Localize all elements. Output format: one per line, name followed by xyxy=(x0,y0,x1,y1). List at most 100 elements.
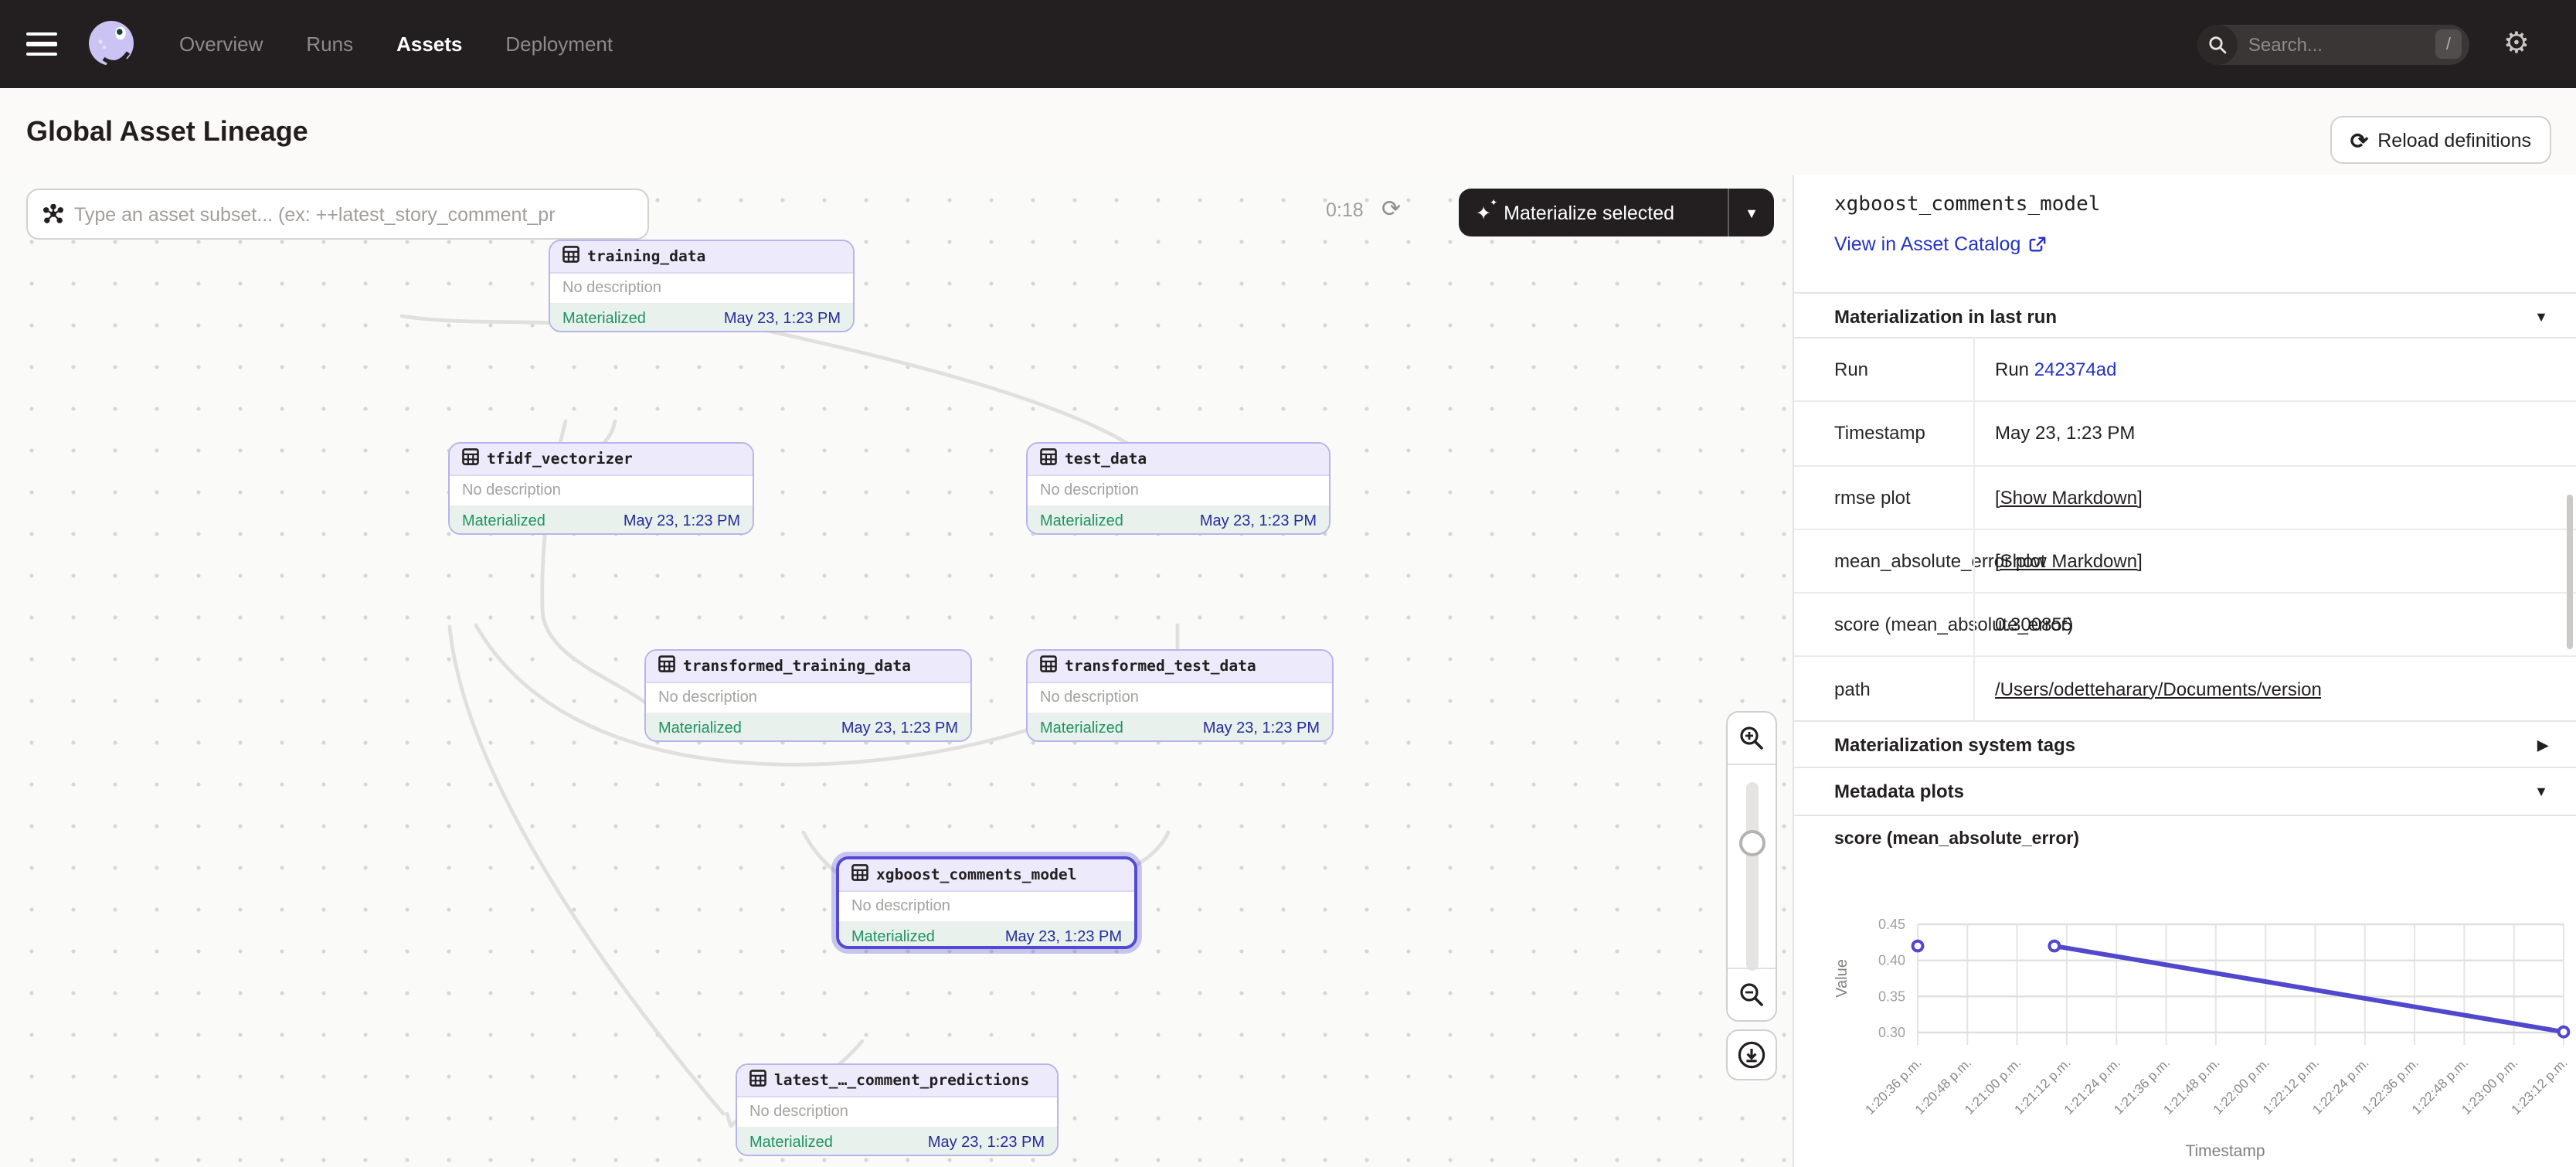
materialized-status: Materialized xyxy=(1040,513,1123,530)
table-icon xyxy=(749,1067,766,1094)
reload-definitions-label: Reload definitions xyxy=(2377,129,2531,151)
primary-nav: Overview Runs Assets Deployment xyxy=(179,32,613,56)
table-icon xyxy=(462,445,479,473)
row-label: path xyxy=(1834,678,1871,699)
zoom-slider-handle[interactable] xyxy=(1738,830,1765,856)
row-label: rmse plot xyxy=(1834,486,1911,508)
materialized-status: Materialized xyxy=(1040,720,1123,737)
chevron-right-icon: ▶ xyxy=(2537,737,2548,754)
section-materialization-system-tags[interactable]: Materialization system tags ▶ xyxy=(1794,720,2576,768)
asset-title: xgboost_comments_model xyxy=(1834,193,2100,216)
asset-filter-input[interactable]: Type an asset subset... (ex: ++latest_st… xyxy=(26,189,649,240)
metadata-table: Run Run 242374ad Timestamp May 23, 1:23 … xyxy=(1794,337,2576,720)
settings-gear-icon[interactable]: ⚙ xyxy=(2503,29,2530,59)
materialize-selected-button[interactable]: ✦ Materialize selected ▼ xyxy=(1459,189,1774,236)
view-in-asset-catalog-link[interactable]: View in Asset Catalog xyxy=(1834,233,2045,255)
svg-text:0.45: 0.45 xyxy=(1878,917,1905,932)
nav-item-overview[interactable]: Overview xyxy=(179,32,263,56)
show-markdown-link[interactable]: [Show Markdown] xyxy=(1995,486,2143,508)
asset-description: No description xyxy=(1028,683,1332,714)
download-graph-button[interactable] xyxy=(1726,1029,1777,1080)
materialized-timestamp: May 23, 1:23 PM xyxy=(724,311,841,328)
asset-node-transformed_test_data[interactable]: transformed_test_data No description Mater… xyxy=(1026,649,1334,742)
table-icon xyxy=(1040,652,1057,680)
asset-node-transformed_training_data[interactable]: transformed_training_data No description M… xyxy=(644,649,972,742)
section-label: Materialization in last run xyxy=(1834,305,2534,327)
reload-icon: ⟳ xyxy=(2350,129,2368,151)
nav-item-runs[interactable]: Runs xyxy=(306,32,353,56)
asset-description: No description xyxy=(1028,476,1329,507)
svg-text:0.35: 0.35 xyxy=(1878,988,1905,1004)
search-placeholder: Search... xyxy=(2248,33,2435,55)
dagster-logo-icon[interactable] xyxy=(83,16,139,72)
asset-name: tfidf_vectorizer xyxy=(487,451,633,468)
asset-node-latest_…_comment_predictions[interactable]: latest_…_comment_predictionsNo descripti… xyxy=(736,1063,1059,1156)
asset-name: xgboost_comments_model xyxy=(876,866,1077,883)
app-root: Overview Runs Assets Deployment Search..… xyxy=(0,0,2576,1167)
refresh-icon[interactable]: ⟳ xyxy=(1381,195,1401,223)
zoom-in-button[interactable] xyxy=(1728,713,1776,765)
sparkle-icon: ✦ xyxy=(1476,202,1491,223)
materialized-status: Materialized xyxy=(851,929,935,946)
zoom-slider-track[interactable] xyxy=(1745,782,1758,971)
nav-item-deployment[interactable]: Deployment xyxy=(505,32,613,56)
external-link-icon xyxy=(2028,236,2045,253)
show-markdown-link[interactable]: [Show Markdown] xyxy=(1995,550,2143,572)
asset-description: No description xyxy=(646,683,970,714)
table-row-mae-plot: mean_absolute_error plot [Show Markdown] xyxy=(1794,529,2576,593)
table-icon xyxy=(1040,445,1057,473)
section-label: Metadata plots xyxy=(1834,781,2534,802)
materialized-timestamp: May 23, 1:23 PM xyxy=(928,1135,1045,1152)
chevron-down-icon: ▼ xyxy=(2534,308,2548,324)
table-row-path: path /Users/odetteharary/Documents/versi… xyxy=(1794,656,2576,720)
top-navbar: Overview Runs Assets Deployment Search..… xyxy=(0,0,2576,88)
svg-text:Value: Value xyxy=(1833,959,1850,998)
asset-name: transformed_test_data xyxy=(1065,658,1256,675)
asset-node-test_data[interactable]: test_dataNo descriptionMaterializedMay 2… xyxy=(1026,442,1330,535)
table-row-rmse-plot: rmse plot [Show Markdown] xyxy=(1794,464,2576,529)
asset-details-panel: xgboost_comments_model View in Asset Cat… xyxy=(1793,175,2576,1167)
run-prefix: Run xyxy=(1995,359,2029,380)
hamburger-menu-icon[interactable] xyxy=(26,32,57,56)
chevron-down-icon: ▼ xyxy=(2534,784,2548,799)
timestamp-value: May 23, 1:23 PM xyxy=(1995,423,2135,444)
page-header: Global Asset Lineage ⟳ Reload definition… xyxy=(0,88,2576,176)
score-value: 0.300855 xyxy=(1995,614,2072,636)
materialized-timestamp: May 23, 1:23 PM xyxy=(841,720,958,737)
metadata-plot-title: score (mean_absolute_error) xyxy=(1834,830,2079,849)
materialized-timestamp: May 23, 1:23 PM xyxy=(624,513,740,530)
nav-item-assets[interactable]: Assets xyxy=(396,32,462,56)
global-search-input[interactable]: Search... / xyxy=(2197,24,2469,64)
row-label: Run xyxy=(1834,359,1868,380)
asset-node-training_data[interactable]: training_dataNo descriptionMaterializedM… xyxy=(549,240,855,332)
section-metadata-plots[interactable]: Metadata plots ▼ xyxy=(1794,767,2576,816)
svg-text:Timestamp: Timestamp xyxy=(2185,1142,2265,1160)
table-row-timestamp: Timestamp May 23, 1:23 PM xyxy=(1794,401,2576,465)
asset-selection-icon xyxy=(43,204,63,224)
zoom-out-button[interactable] xyxy=(1728,968,1776,1020)
table-icon xyxy=(562,243,579,270)
asset-node-xgboost_comments_model[interactable]: xgboost_comments_modelNo descriptionMate… xyxy=(836,856,1137,949)
materialized-status: Materialized xyxy=(562,311,646,328)
asset-description: No description xyxy=(450,476,753,507)
section-label: Materialization system tags xyxy=(1834,734,2537,756)
asset-node-tfidf_vectorizer[interactable]: tfidf_vectorizer No description Materializ… xyxy=(448,442,754,535)
section-materialization-last-run[interactable]: Materialization in last run ▼ xyxy=(1794,292,2576,339)
materialized-status: Materialized xyxy=(462,513,545,530)
asset-name: training_data xyxy=(587,248,705,265)
panel-scrollbar[interactable] xyxy=(2567,495,2573,649)
lineage-graph-canvas[interactable]: training_data No description Materialized M… xyxy=(0,175,1793,1167)
svg-text:0.30: 0.30 xyxy=(1878,1025,1905,1040)
asset-name: transformed_training_data xyxy=(683,658,911,675)
asset-filter-placeholder: Type an asset subset... (ex: ++latest_st… xyxy=(74,203,556,225)
table-column-divider xyxy=(1973,337,1975,720)
materialized-status: Materialized xyxy=(749,1135,833,1152)
reload-definitions-button[interactable]: ⟳ Reload definitions xyxy=(2330,116,2551,164)
materialized-timestamp: May 23, 1:23 PM xyxy=(1200,513,1317,530)
materialize-dropdown-caret[interactable]: ▼ xyxy=(1728,189,1774,236)
path-link[interactable]: /Users/odetteharary/Documents/version xyxy=(1995,678,2322,699)
refresh-countdown: 0:18 xyxy=(1326,199,1364,221)
page-title: Global Asset Lineage xyxy=(26,115,308,148)
table-row-score: score (mean_absolute_error) 0.300855 xyxy=(1794,592,2576,656)
run-id-link[interactable]: 242374ad xyxy=(2034,359,2117,380)
